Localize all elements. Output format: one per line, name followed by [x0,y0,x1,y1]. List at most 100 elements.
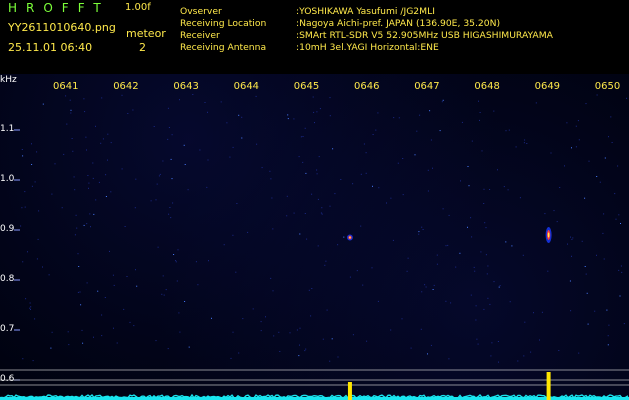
noise-dot [427,353,428,355]
noise-dot [86,223,88,225]
noise-dot [150,200,152,202]
y-tick-label: 1.0 [0,174,15,184]
noise-dot [366,340,368,342]
noise-dot [161,293,163,295]
noise-dot [92,177,94,179]
noise-dot [158,175,160,177]
noise-dot [85,136,87,138]
noise-dot [360,173,362,175]
noise-dot [608,324,610,326]
info-value: :Nagoya Aichi-pref. JAPAN (136.90E, 35.2… [296,18,501,29]
noise-dot [481,150,483,152]
noise-dot [390,197,392,199]
noise-dot [570,236,571,238]
noise-dot [305,348,307,350]
noise-dot [289,332,291,334]
noise-dot [199,149,201,151]
noise-dot [92,162,94,164]
noise-dot [414,154,416,156]
noise-dot [564,165,565,167]
info-value: :YOSHIKAWA Yasufumi /JG2MLI [296,6,435,17]
noise-dot [467,226,468,228]
noise-dot [329,360,331,362]
noise-dot [242,318,244,320]
noise-dot [324,264,326,266]
x-tick-label: 0647 [414,81,440,92]
noise-dot [305,172,307,174]
spectrogram-svg [0,94,629,400]
noise-dot [571,238,573,240]
noise-dot [427,169,429,171]
noise-dot [308,289,310,291]
noise-dot [78,266,80,267]
noise-dot [105,196,107,197]
noise-dot [419,114,421,116]
noise-dot [533,312,534,314]
noise-dot [241,116,243,118]
noise-dot [326,309,328,311]
noise-dot [188,346,190,348]
noise-dot [175,260,177,262]
noise-dot [610,116,612,118]
noise-dot [270,277,272,279]
noise-dot [42,103,44,105]
x-tick-label: 0648 [474,81,500,92]
noise-dot [487,297,489,299]
noise-dot [575,125,577,127]
noise-dot [304,127,306,129]
noise-dot [176,280,178,282]
noise-dot [21,149,23,150]
noise-dot [165,289,167,291]
noise-dot [167,107,169,109]
meteor-echo-center [547,232,550,238]
noise-dot [34,318,36,320]
noise-dot [206,186,208,188]
noise-dot [133,325,135,327]
noise-dot [86,149,87,151]
x-tick-label: 0644 [233,81,260,92]
noise-dot [113,284,115,286]
noise-dot [468,185,470,187]
noise-dot [270,178,272,180]
noise-dot [572,237,574,239]
noise-dot [70,112,72,114]
noise-dot [241,137,243,139]
noise-dot [441,101,443,103]
y-tick-label: 0.7 [0,324,15,334]
noise-dot [619,295,621,297]
noise-dot [594,310,596,312]
x-tick-label: 0649 [534,81,561,92]
noise-dot [178,312,180,314]
info-value: :SMArt RTL-SDR V5 52.905MHz USB HIGASHIM… [296,30,553,41]
noise-dot [77,291,79,293]
noise-dot [260,330,262,332]
noise-dot [372,185,373,187]
noise-dot [485,254,487,256]
noise-dot [20,225,22,227]
noise-dot [121,94,123,96]
noise-dot [157,246,159,248]
timestamp: 25.11.01 06:40 [8,41,93,54]
noise-dot [162,275,164,277]
noise-dot [121,168,123,170]
noise-dot [349,276,351,278]
noise-dot [603,213,605,215]
noise-dot [296,329,298,331]
noise-dot [467,166,469,167]
noise-dot [360,225,362,227]
noise-dot [522,254,524,256]
noise-dot [585,273,587,275]
noise-dot [337,356,339,358]
noise-dot [390,329,392,331]
noise-dot [135,178,137,180]
noise-dot [402,158,404,159]
x-tick-label: 0641 [53,81,79,92]
x-tick-label: 0642 [113,81,139,92]
noise-dot [278,331,280,333]
y-tick-label: 0.8 [0,274,15,284]
noise-dot [48,274,50,276]
noise-dot [93,336,94,338]
noise-dot [24,206,26,208]
noise-dot [238,114,240,116]
file-name: YY2611010640.png [8,21,116,34]
